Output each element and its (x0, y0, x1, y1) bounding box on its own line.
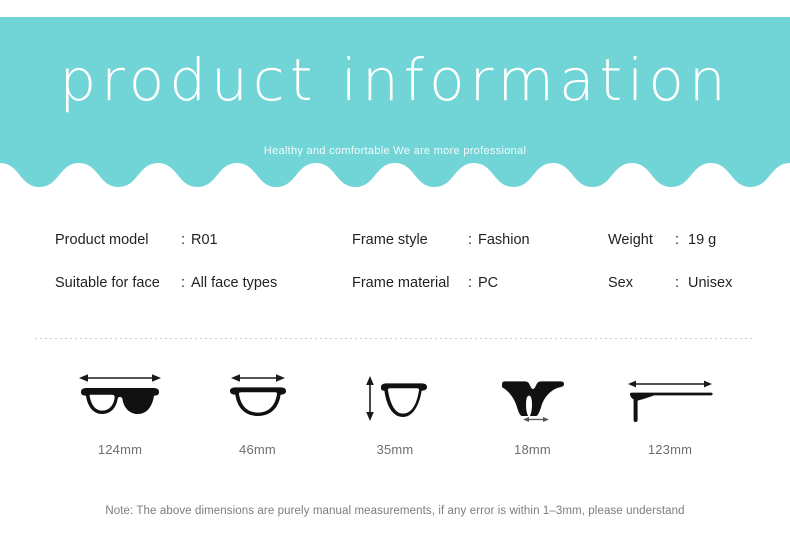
spec-colon: : (674, 232, 680, 248)
page-title: product information (59, 46, 731, 114)
spec-row-product-model: Product model : R01 (55, 232, 277, 275)
banner-subtitle: Healthy and comfortable We are more prof… (263, 145, 527, 157)
dimensions-row: 124mm 46mm 35mm 18mm 123mm (55, 366, 735, 476)
spec-value: PC (478, 275, 499, 291)
dimension-label: 124mm (97, 442, 143, 457)
dimension-label: 35mm (376, 442, 414, 457)
dimension-figure (624, 366, 716, 428)
section-divider (35, 338, 755, 339)
spec-value: Fashion (478, 232, 530, 248)
lens-height-icon (366, 376, 427, 421)
dimension-label: 46mm (239, 442, 276, 457)
spec-value: Unisex (688, 275, 733, 291)
lens-width-icon (229, 374, 286, 416)
spec-row-suitable-for-face: Suitable for face : All face types (55, 275, 277, 318)
dimension-label: 123mm (647, 442, 693, 457)
dimension-item-temple-length: 123mm (605, 366, 735, 476)
dimension-figure (77, 366, 163, 428)
spec-column-3: Weight : 19 g Sex : Unisex (608, 232, 732, 318)
header-banner: product information Healthy and comforta… (0, 17, 790, 192)
spec-label: Frame style (352, 232, 428, 248)
spec-label: Weight (608, 232, 653, 248)
dimension-figure (361, 366, 429, 428)
dimension-item-bridge-width: 18mm (468, 366, 598, 476)
spec-label: Product model (55, 232, 149, 248)
spec-colon: : (180, 232, 186, 248)
spec-label: Suitable for face (55, 275, 160, 291)
spec-colon: : (467, 275, 473, 291)
glasses-front-width-icon (79, 374, 161, 414)
spec-colon: : (180, 275, 186, 291)
dimension-item-lens-height: 35mm (330, 366, 460, 476)
spec-row-frame-style: Frame style : Fashion (352, 232, 530, 275)
specification-table: Product model : R01 Suitable for face : … (0, 232, 790, 324)
spec-row-weight: Weight : 19 g (608, 232, 732, 275)
spec-column-2: Frame style : Fashion Frame material : P… (352, 232, 530, 318)
dimension-figure (500, 366, 566, 428)
dimension-item-lens-width: 46mm (193, 366, 323, 476)
spec-column-1: Product model : R01 Suitable for face : … (55, 232, 277, 318)
spec-value: 19 g (688, 232, 717, 248)
spec-colon: : (674, 275, 680, 291)
measurement-note: Note: The above dimensions are purely ma… (105, 505, 685, 517)
bridge-width-icon (501, 381, 564, 422)
dimension-label: 18mm (514, 442, 551, 457)
spec-label: Frame material (352, 275, 450, 291)
spec-row-frame-material: Frame material : PC (352, 275, 530, 318)
spec-colon: : (467, 232, 473, 248)
spec-label: Sex (608, 275, 633, 291)
spec-value: R01 (191, 232, 218, 248)
spec-value: All face types (191, 275, 278, 291)
dimension-figure (228, 366, 288, 428)
temple-length-icon (628, 380, 713, 422)
spec-row-sex: Sex : Unisex (608, 275, 732, 318)
dimension-item-frame-width: 124mm (55, 366, 185, 476)
